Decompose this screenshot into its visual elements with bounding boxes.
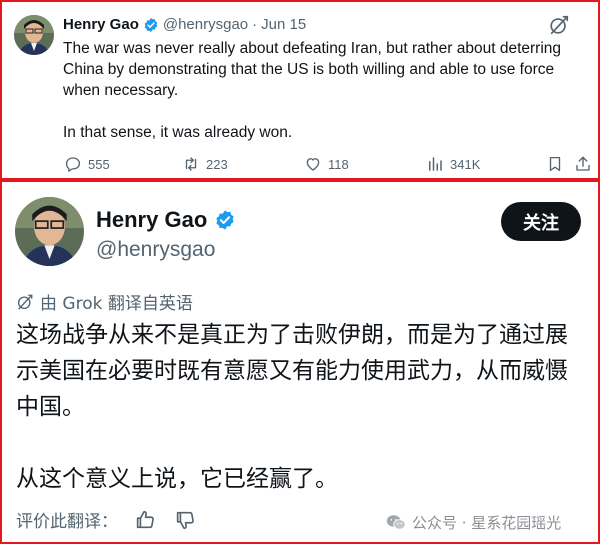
translated-text: 这场战争从来不是真正为了击败伊朗，而是为了通过展示美国在必要时既有意愿又有能力使…	[16, 317, 586, 497]
verified-badge-icon	[214, 209, 236, 231]
share-button[interactable]	[574, 152, 598, 176]
wechat-icon	[386, 515, 406, 530]
wechat-watermark: 公众号 · 星系花园瑶光	[386, 512, 561, 533]
tweet-date[interactable]: Jun 15	[261, 15, 306, 35]
verified-badge-icon	[143, 17, 159, 33]
rate-translation-label: 评价此翻译：	[16, 512, 118, 532]
repost-button[interactable]: 223	[182, 152, 228, 176]
tweet-paragraph: In that sense, it was already won.	[63, 124, 293, 141]
translation-panel: Henry Gao @henrysgao 关注 由 Grok 翻译自英语 这场战…	[0, 180, 600, 544]
bookmark-button[interactable]	[546, 152, 570, 176]
reply-count: 555	[88, 156, 110, 172]
views-icon	[429, 157, 442, 171]
translated-by-grok: 由 Grok 翻译自英语	[16, 289, 193, 314]
avatar[interactable]	[14, 15, 54, 55]
author-name[interactable]: Henry Gao	[63, 15, 139, 35]
follow-button[interactable]: 关注	[501, 202, 581, 241]
views-button[interactable]: 341K	[426, 152, 480, 176]
translated-paragraph: 从这个意义上说，它已经赢了。	[16, 466, 338, 492]
author-name[interactable]: Henry Gao	[96, 206, 207, 234]
translated-paragraph: 这场战争从来不是真正为了击败伊朗，而是为了通过展示美国在必要时既有意愿又有能力使…	[16, 322, 568, 420]
tweet-paragraph: The war was never really about defeating…	[63, 40, 562, 99]
tweet-header: Henry Gao @henrysgao · Jun 15	[63, 15, 306, 35]
reply-icon	[65, 157, 81, 172]
tweet-text: The war was never really about defeating…	[63, 38, 583, 143]
avatar[interactable]	[15, 197, 84, 266]
translated-by-label: 由 Grok 翻译自英语	[40, 294, 193, 314]
thumbs-down-icon[interactable]	[174, 509, 196, 531]
repost-icon	[185, 157, 197, 171]
english-tweet-panel: Henry Gao @henrysgao · Jun 15 The war wa…	[0, 0, 600, 180]
profile-name-row: Henry Gao	[96, 206, 236, 234]
grok-icon[interactable]	[548, 14, 570, 36]
grok-icon	[17, 294, 33, 309]
tweet-action-bar: 555 223 118 341K	[2, 152, 600, 176]
author-handle[interactable]: @henrysgao	[163, 15, 248, 35]
reply-button[interactable]: 555	[64, 152, 110, 176]
views-count: 341K	[450, 156, 481, 172]
share-icon	[576, 156, 590, 171]
rate-translation-row: 评价此翻译：	[16, 507, 196, 532]
like-count: 118	[328, 156, 349, 172]
author-handle[interactable]: @henrysgao	[96, 237, 215, 263]
repost-count: 223	[206, 156, 228, 172]
thumbs-up-icon[interactable]	[134, 509, 156, 531]
separator-dot: ·	[252, 16, 258, 33]
watermark-text: 公众号 · 星系花园瑶光	[412, 514, 562, 532]
heart-icon	[306, 158, 320, 171]
bookmark-icon	[549, 156, 561, 172]
like-button[interactable]: 118	[304, 152, 349, 176]
